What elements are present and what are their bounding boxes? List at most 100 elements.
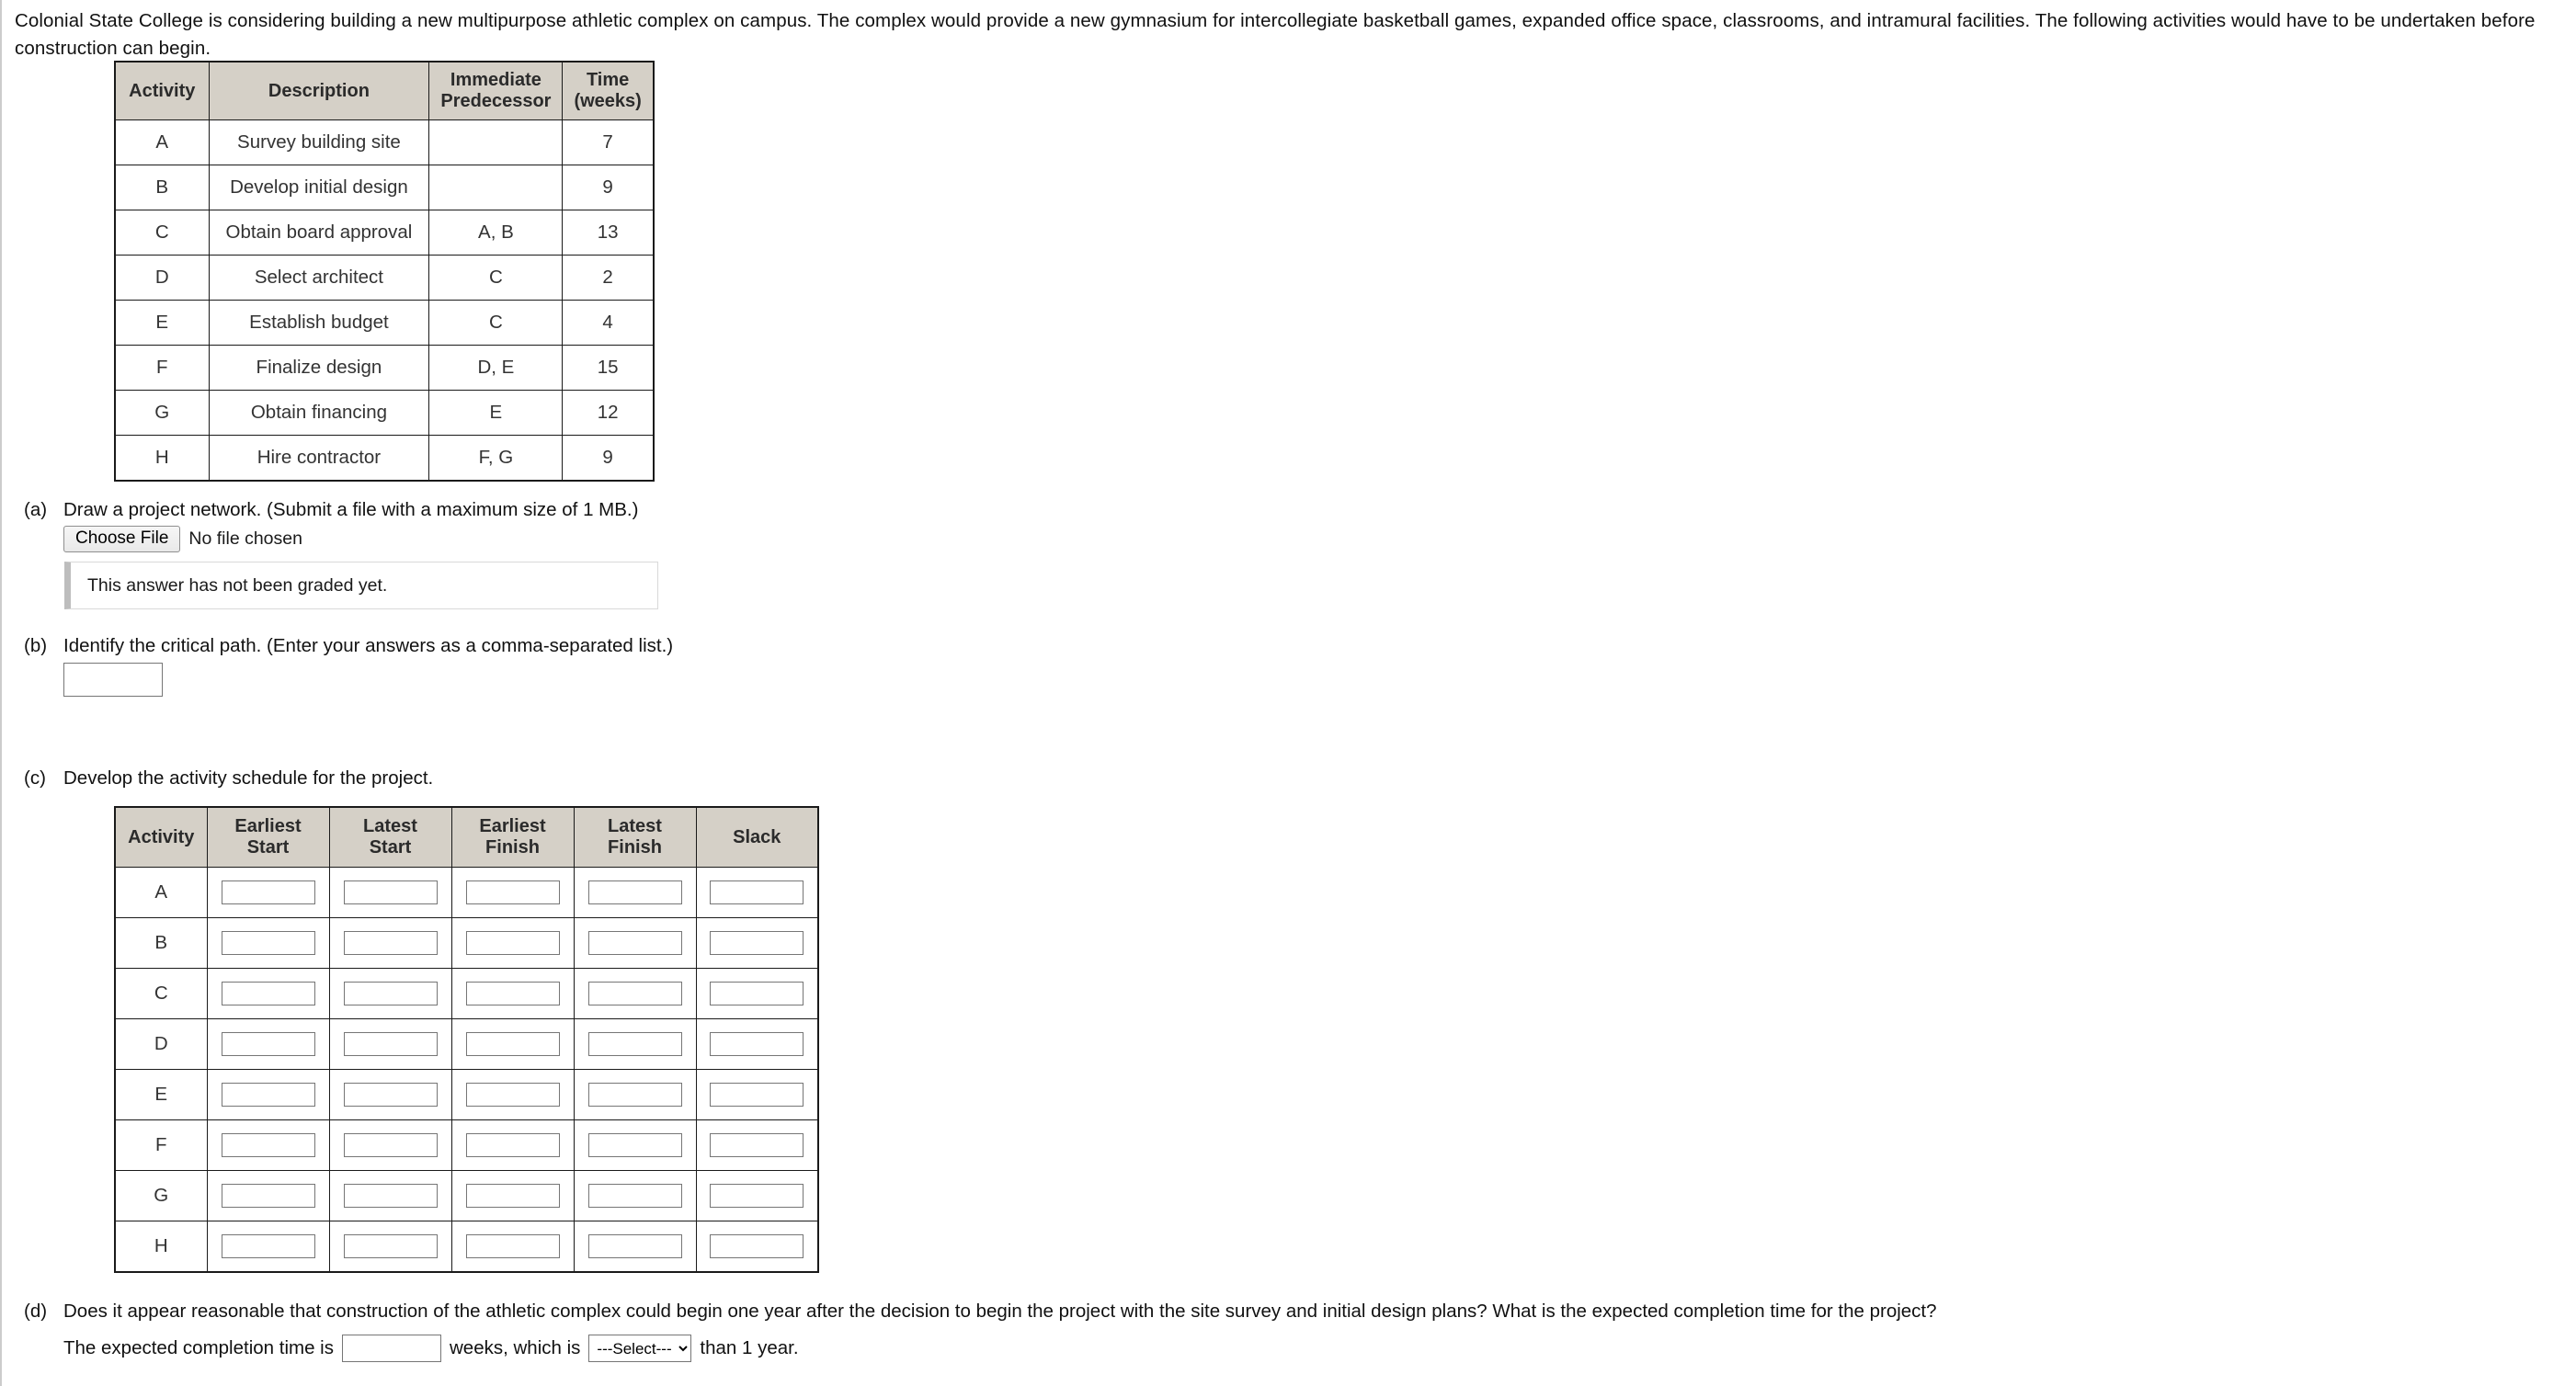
cell-description: Develop initial design	[208, 165, 430, 210]
table-row: C	[114, 968, 819, 1019]
grading-status-box: This answer has not been graded yet.	[64, 562, 658, 609]
latest-start-input-d[interactable]	[343, 1032, 438, 1056]
header-description: Description	[208, 61, 430, 120]
earliest-start-input-d[interactable]	[221, 1032, 315, 1056]
earliest-start-input-e[interactable]	[221, 1083, 315, 1107]
cell-earliest-finish	[450, 1119, 575, 1171]
table-row: D	[114, 1018, 819, 1070]
slack-input-b[interactable]	[710, 931, 804, 955]
earliest-finish-input-e[interactable]	[465, 1083, 560, 1107]
earliest-start-input-g[interactable]	[221, 1184, 315, 1208]
cell-latest-start	[328, 867, 452, 918]
latest-start-input-g[interactable]	[343, 1184, 438, 1208]
header-predecessor-line1: Immediate	[450, 70, 541, 90]
table-row: B Develop initial design 9	[114, 165, 655, 210]
slack-input-a[interactable]	[710, 880, 804, 904]
cell-activity: G	[114, 1170, 208, 1221]
cell-earliest-start	[206, 867, 330, 918]
part-d-question: Does it appear reasonable that construct…	[63, 1301, 1937, 1322]
header-latest-start-line2: Start	[369, 837, 412, 858]
comparison-select[interactable]: ---Select---lessmore	[588, 1335, 692, 1362]
cell-slack	[695, 1119, 819, 1171]
latest-start-input-a[interactable]	[343, 880, 438, 904]
earliest-finish-input-d[interactable]	[465, 1032, 560, 1056]
cell-earliest-finish	[450, 1069, 575, 1120]
critical-path-input[interactable]	[63, 663, 163, 697]
table-row: H	[114, 1221, 819, 1273]
header-latest-finish: Latest Finish	[573, 806, 697, 868]
cell-activity: C	[114, 968, 208, 1019]
cell-latest-start	[328, 1221, 452, 1273]
slack-input-f[interactable]	[710, 1133, 804, 1157]
cell-predecessor: A, B	[428, 210, 564, 256]
cell-latest-start	[328, 917, 452, 969]
cell-earliest-start	[206, 1221, 330, 1273]
table-row: F	[114, 1119, 819, 1171]
choose-file-button[interactable]: Choose File	[63, 526, 181, 552]
cell-description: Obtain financing	[208, 390, 430, 436]
slack-input-h[interactable]	[710, 1234, 804, 1258]
earliest-finish-input-f[interactable]	[465, 1133, 560, 1157]
slack-input-g[interactable]	[710, 1184, 804, 1208]
cell-earliest-start	[206, 1018, 330, 1070]
header-earliest-finish-line2: Finish	[485, 837, 540, 858]
cell-activity: F	[114, 345, 210, 391]
earliest-finish-input-b[interactable]	[465, 931, 560, 955]
cell-activity: H	[114, 1221, 208, 1273]
earliest-finish-input-h[interactable]	[465, 1234, 560, 1258]
cell-latest-start	[328, 1119, 452, 1171]
activity-table-container: Activity Description Immediate Predecess…	[114, 61, 655, 482]
latest-finish-input-f[interactable]	[587, 1133, 682, 1157]
latest-start-input-e[interactable]	[343, 1083, 438, 1107]
slack-input-e[interactable]	[710, 1083, 804, 1107]
cell-slack	[695, 1170, 819, 1221]
latest-finish-input-e[interactable]	[587, 1083, 682, 1107]
cell-activity: H	[114, 435, 210, 482]
latest-finish-input-a[interactable]	[587, 880, 682, 904]
table-row: D Select architect C 2	[114, 255, 655, 301]
earliest-finish-input-c[interactable]	[465, 982, 560, 1005]
latest-finish-input-h[interactable]	[587, 1234, 682, 1258]
latest-finish-input-d[interactable]	[587, 1032, 682, 1056]
cell-earliest-finish	[450, 1170, 575, 1221]
header-earliest-finish-line1: Earliest	[479, 816, 546, 836]
header-time-line2: (weeks)	[574, 91, 642, 111]
earliest-start-input-b[interactable]	[221, 931, 315, 955]
cell-latest-finish	[573, 1221, 697, 1273]
cell-activity: G	[114, 390, 210, 436]
activity-schedule-table: Activity Earliest Start Latest Start Ear…	[114, 806, 819, 1273]
earliest-start-input-f[interactable]	[221, 1133, 315, 1157]
cell-slack	[695, 867, 819, 918]
earliest-start-input-c[interactable]	[221, 982, 315, 1005]
cell-activity: D	[114, 255, 210, 301]
cell-activity: D	[114, 1018, 208, 1070]
latest-start-input-c[interactable]	[343, 982, 438, 1005]
slack-input-c[interactable]	[710, 982, 804, 1005]
header-time-line1: Time	[586, 70, 630, 90]
earliest-start-input-h[interactable]	[221, 1234, 315, 1258]
header-latest-finish-line2: Finish	[608, 837, 662, 858]
cell-time-weeks: 13	[562, 210, 655, 256]
latest-finish-input-g[interactable]	[587, 1184, 682, 1208]
cell-activity: C	[114, 210, 210, 256]
schedule-header-row: Activity Earliest Start Latest Start Ear…	[114, 806, 819, 868]
latest-start-input-h[interactable]	[343, 1234, 438, 1258]
latest-finish-input-c[interactable]	[587, 982, 682, 1005]
latest-start-input-b[interactable]	[343, 931, 438, 955]
slack-input-d[interactable]	[710, 1032, 804, 1056]
cell-time-weeks: 9	[562, 165, 655, 210]
cell-time-weeks: 4	[562, 300, 655, 346]
earliest-finish-input-g[interactable]	[465, 1184, 560, 1208]
cell-description: Survey building site	[208, 119, 430, 165]
earliest-start-input-a[interactable]	[221, 880, 315, 904]
part-b-label: (b)	[24, 635, 48, 656]
cell-earliest-finish	[450, 1221, 575, 1273]
expected-completion-time-input[interactable]	[341, 1335, 441, 1362]
earliest-finish-input-a[interactable]	[465, 880, 560, 904]
latest-start-input-f[interactable]	[343, 1133, 438, 1157]
table-row: B	[114, 917, 819, 969]
latest-finish-input-b[interactable]	[587, 931, 682, 955]
cell-latest-finish	[573, 867, 697, 918]
cell-predecessor: D, E	[428, 345, 564, 391]
part-d-label: (d)	[24, 1301, 48, 1322]
